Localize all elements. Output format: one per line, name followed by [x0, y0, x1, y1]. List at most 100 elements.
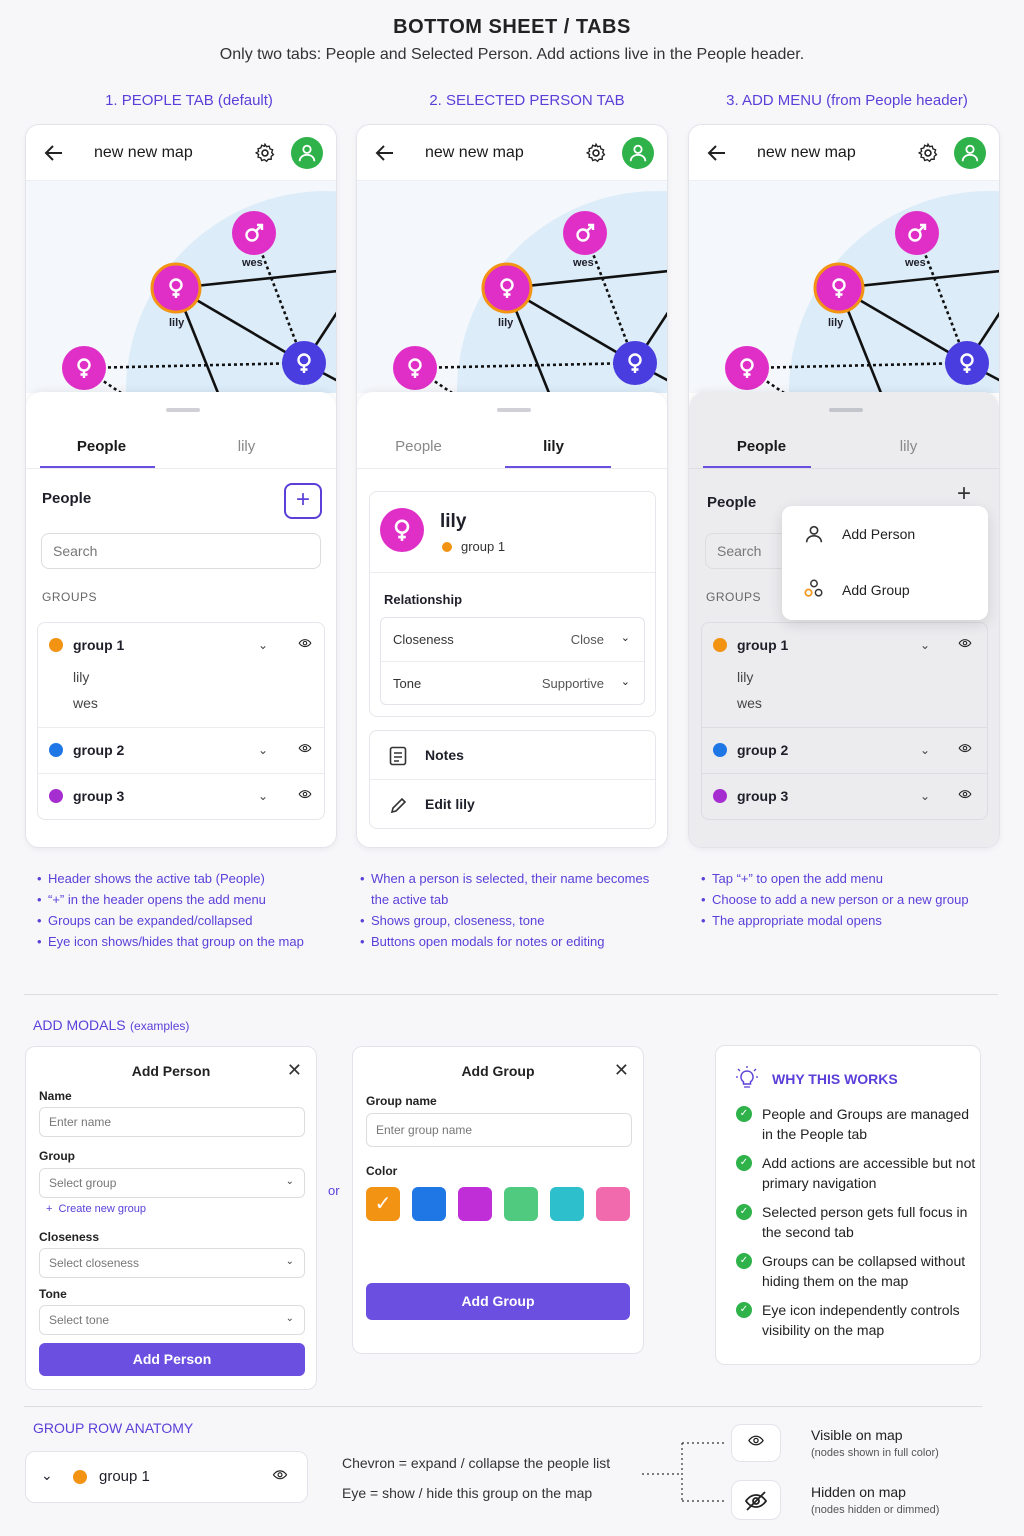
tab-selected-person[interactable]: lily [496, 438, 611, 455]
groups-label: GROUPS [42, 590, 98, 604]
notes-button[interactable]: Notes [370, 731, 655, 780]
closeness-value: Close [570, 632, 604, 647]
chevron-down-icon[interactable]: ⌄ [258, 638, 268, 652]
person-name: lily [440, 511, 467, 532]
add-modals-heading-suffix: (examples) [130, 1019, 190, 1033]
map-title: new new map [757, 144, 856, 161]
add-button[interactable]: + [957, 480, 971, 508]
color-swatch[interactable] [412, 1187, 446, 1221]
group-row[interactable]: group 3 ⌄ [38, 773, 324, 819]
profile-avatar[interactable] [291, 137, 323, 169]
chevron-down-icon[interactable]: ⌄ [41, 1467, 53, 1484]
chevron-down-icon[interactable]: ⌄ [258, 789, 268, 803]
sheet-handle[interactable] [166, 408, 200, 412]
add-person-label: Add Person [842, 526, 916, 542]
profile-avatar[interactable] [622, 137, 654, 169]
color-swatch-selected[interactable]: ✓ [366, 1187, 400, 1221]
tab-selected-person[interactable]: lily [189, 438, 304, 455]
tab-divider [26, 468, 336, 469]
visible-title: Visible on map [811, 1427, 903, 1443]
why-item: ✓ Add actions are accessible but not prim… [736, 1153, 976, 1193]
eye-icon[interactable] [955, 790, 975, 804]
close-icon[interactable]: ✕ [287, 1060, 302, 1081]
tone-select-placeholder: Select tone [49, 1313, 110, 1327]
group-row[interactable]: group 2 ⌄ [702, 727, 987, 773]
color-swatch[interactable] [504, 1187, 538, 1221]
sheet-handle[interactable] [497, 408, 531, 412]
add-group-submit-button[interactable]: Add Group [366, 1283, 630, 1320]
group-member[interactable]: lily [73, 669, 89, 685]
chevron-down-icon[interactable]: ⌄ [258, 743, 268, 757]
eye-icon [744, 1435, 768, 1453]
color-swatch[interactable] [596, 1187, 630, 1221]
back-arrow-icon[interactable] [705, 141, 729, 165]
add-button[interactable]: + [284, 483, 322, 519]
edit-person-button[interactable]: Edit lily [370, 780, 655, 830]
chevron-down-icon: ⌄ [620, 676, 630, 688]
group-row[interactable]: group 3 ⌄ [702, 773, 987, 819]
group-row[interactable]: group 1 ⌄ lily wes [702, 623, 987, 727]
group-name: group 2 [737, 742, 789, 758]
relationship-map[interactable] [689, 181, 1000, 393]
visible-subtitle: (nodes shown in full color) [811, 1447, 939, 1459]
note-item: Eye icon shows/hides that group on the m… [32, 931, 332, 952]
gear-icon[interactable] [585, 142, 607, 164]
group-name-field[interactable]: Enter group name [366, 1113, 632, 1147]
section-divider [24, 994, 998, 995]
why-item: ✓ Selected person gets full focus in the … [736, 1202, 976, 1242]
eye-off-icon [744, 1491, 768, 1511]
tone-select[interactable]: Tone Supportive ⌄ [381, 662, 644, 706]
group-name: group 1 [73, 637, 125, 653]
group-member[interactable]: wes [73, 695, 98, 711]
profile-avatar[interactable] [954, 137, 986, 169]
relationship-label: Relationship [384, 592, 463, 607]
group-select[interactable]: Select group ⌄ [39, 1168, 305, 1198]
back-arrow-icon[interactable] [373, 141, 397, 165]
anatomy-group-row[interactable]: ⌄ group 1 [25, 1451, 308, 1503]
close-icon[interactable]: ✕ [614, 1060, 629, 1081]
add-person-menu-item[interactable]: Add Person [782, 506, 988, 562]
closeness-select[interactable]: Select closeness ⌄ [39, 1248, 305, 1278]
relationship-map[interactable] [26, 181, 337, 393]
group-select-placeholder: Select group [49, 1176, 117, 1190]
closeness-select[interactable]: Closeness Close ⌄ [381, 618, 644, 662]
group-member[interactable]: wes [737, 695, 762, 711]
sheet-handle[interactable] [829, 408, 863, 412]
eye-icon[interactable] [955, 639, 975, 653]
gear-icon[interactable] [917, 142, 939, 164]
eye-icon[interactable] [295, 744, 315, 758]
add-person-submit-button[interactable]: Add Person [39, 1343, 305, 1376]
chevron-down-icon: ⌄ [285, 1313, 294, 1324]
tab-people[interactable]: People [361, 438, 476, 455]
relationship-map[interactable] [357, 181, 668, 393]
tab-selected-person[interactable]: lily [851, 438, 966, 455]
eye-icon[interactable] [295, 790, 315, 804]
notes-people-tab: Header shows the active tab (People) “+”… [32, 868, 332, 952]
add-group-menu-item[interactable]: Add Group [782, 562, 988, 620]
color-swatch[interactable] [458, 1187, 492, 1221]
add-person-modal: Add Person ✕ Name Enter name Group Selec… [25, 1046, 317, 1390]
group-row[interactable]: group 2 ⌄ [38, 727, 324, 773]
name-field[interactable]: Enter name [39, 1107, 305, 1137]
gear-icon[interactable] [254, 142, 276, 164]
group-member[interactable]: lily [737, 669, 753, 685]
edit-label: Edit lily [425, 796, 475, 812]
note-item: The appropriate modal opens [696, 910, 996, 931]
map-title: new new map [94, 144, 193, 161]
tab-people[interactable]: People [44, 438, 159, 455]
tab-people[interactable]: People [704, 438, 819, 455]
eye-icon[interactable] [295, 639, 315, 653]
chevron-down-icon[interactable]: ⌄ [920, 789, 930, 803]
eye-icon[interactable] [269, 1470, 291, 1486]
back-arrow-icon[interactable] [42, 141, 66, 165]
chevron-down-icon[interactable]: ⌄ [920, 638, 930, 652]
tone-select[interactable]: Select tone ⌄ [39, 1305, 305, 1335]
create-new-group-link[interactable]: + Create new group [46, 1203, 146, 1215]
group-row[interactable]: group 1 ⌄ lily wes [38, 623, 324, 727]
group-color-dot [713, 743, 727, 757]
eye-icon[interactable] [955, 744, 975, 758]
color-swatch[interactable] [550, 1187, 584, 1221]
search-input[interactable]: Search [41, 533, 321, 569]
chevron-down-icon[interactable]: ⌄ [920, 743, 930, 757]
chevron-down-icon: ⌄ [285, 1256, 294, 1267]
